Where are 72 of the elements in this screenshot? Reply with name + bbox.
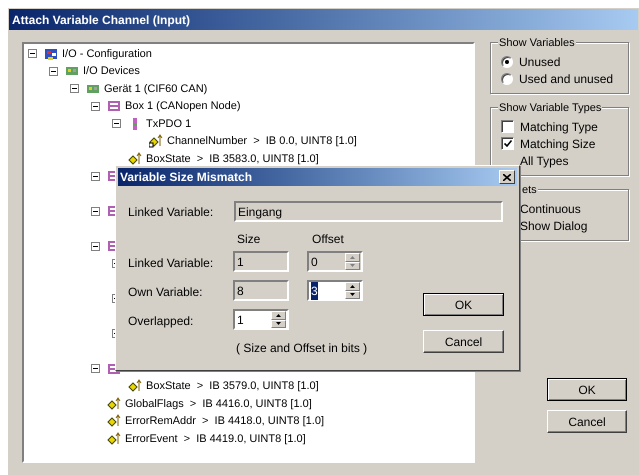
field-label: Overlapped: — [128, 313, 194, 330]
box-icon — [107, 99, 121, 114]
ok-button[interactable]: OK — [547, 378, 627, 401]
tree-item[interactable]: Gerät 1 (CIF60 CAN) — [104, 80, 208, 97]
checkbox[interactable] — [501, 137, 514, 150]
spin-field[interactable]: 1 — [233, 309, 289, 330]
tree-item[interactable]: I/O Devices — [83, 63, 140, 80]
tree-item[interactable]: I/O - Configuration — [62, 46, 152, 62]
linked-variable-icon — [149, 134, 163, 148]
dialog-title: Variable Size Mismatch — [120, 169, 252, 186]
expander-toggle[interactable] — [91, 102, 100, 111]
cancel-button[interactable]: Cancel — [547, 410, 627, 433]
expander-toggle[interactable] — [91, 242, 100, 251]
input-field: 8 — [233, 280, 289, 301]
option-label: All Types — [520, 152, 568, 170]
expander-toggle[interactable] — [91, 206, 100, 216]
close-icon — [503, 174, 511, 180]
variable-icon — [107, 432, 121, 446]
tree-item[interactable]: GlobalFlags > IB 4416.0, UINT8 [1.0] — [125, 396, 312, 412]
expander-toggle[interactable] — [91, 172, 100, 181]
field-label: Linked Variable: — [128, 204, 214, 221]
tree-item[interactable]: ChannelNumber > IB 0.0, UINT8 [1.0] — [167, 133, 357, 150]
tree-item[interactable]: ErrorRemAddr > IB 4418.0, UINT8 [1.0] — [125, 413, 324, 430]
variable-icon — [128, 152, 142, 166]
minus-icon — [93, 366, 98, 372]
linked-variable-field: Eingang — [234, 201, 503, 222]
column-header: Offset — [312, 231, 344, 248]
option-label: Matching Type — [520, 118, 598, 136]
minus-icon — [93, 208, 98, 214]
note-text: ( Size and Offset in bits ) — [236, 340, 368, 357]
ok-button[interactable]: OK — [423, 293, 504, 316]
tree-item[interactable]: BoxState > IB 3583.0, UINT8 [1.0] — [146, 150, 319, 167]
spin-buttons-icon[interactable] — [345, 282, 360, 299]
cancel-button[interactable]: Cancel — [423, 330, 504, 353]
group-title: Show Variable Types — [498, 100, 602, 116]
option-label: Continuous — [520, 200, 581, 218]
variable-icon — [107, 396, 121, 411]
minus-icon — [93, 244, 98, 249]
minus-icon — [72, 86, 77, 92]
minus-icon — [51, 68, 56, 74]
expander-toggle[interactable] — [91, 364, 100, 374]
input-field: 1 — [233, 251, 289, 272]
expander-toggle[interactable] — [70, 84, 79, 94]
minus-icon — [93, 104, 98, 109]
window-title: Attach Variable Channel (Input) — [12, 12, 190, 28]
expander-toggle[interactable] — [49, 66, 58, 76]
variable-icon — [107, 414, 121, 428]
option-label: Unused — [519, 54, 560, 70]
expander-toggle[interactable] — [28, 49, 37, 58]
field-label: Linked Variable: — [128, 255, 214, 272]
close-button[interactable] — [499, 170, 515, 184]
column-header: Size — [237, 231, 260, 248]
radio-button[interactable] — [501, 72, 513, 84]
spin-field[interactable]: 3 — [307, 280, 363, 301]
option-label: Matching Size — [520, 136, 596, 152]
tree-item[interactable]: TxPDO 1 — [146, 116, 192, 132]
radio-button[interactable] — [501, 56, 513, 68]
checkbox[interactable] — [501, 120, 514, 133]
expander-toggle[interactable] — [112, 119, 121, 128]
tree-item[interactable]: ErrorEvent > IB 4419.0, UINT8 [1.0] — [125, 430, 306, 447]
field-label: Own Variable: — [128, 284, 202, 301]
spin-buttons-icon[interactable] — [271, 311, 286, 328]
option-label: Used and unused — [519, 70, 614, 88]
variable-icon — [128, 379, 142, 394]
minus-icon — [114, 121, 119, 126]
minus-icon — [93, 174, 98, 179]
network-icon — [44, 46, 58, 61]
minus-icon — [30, 51, 35, 56]
spin-field: 0 — [307, 251, 363, 272]
option-label: Show Dialog — [520, 218, 588, 234]
tree-item[interactable]: BoxState > IB 3579.0, UINT8 [1.0] — [146, 378, 319, 394]
tree-item[interactable]: Box 1 (CANopen Node) — [125, 98, 241, 114]
